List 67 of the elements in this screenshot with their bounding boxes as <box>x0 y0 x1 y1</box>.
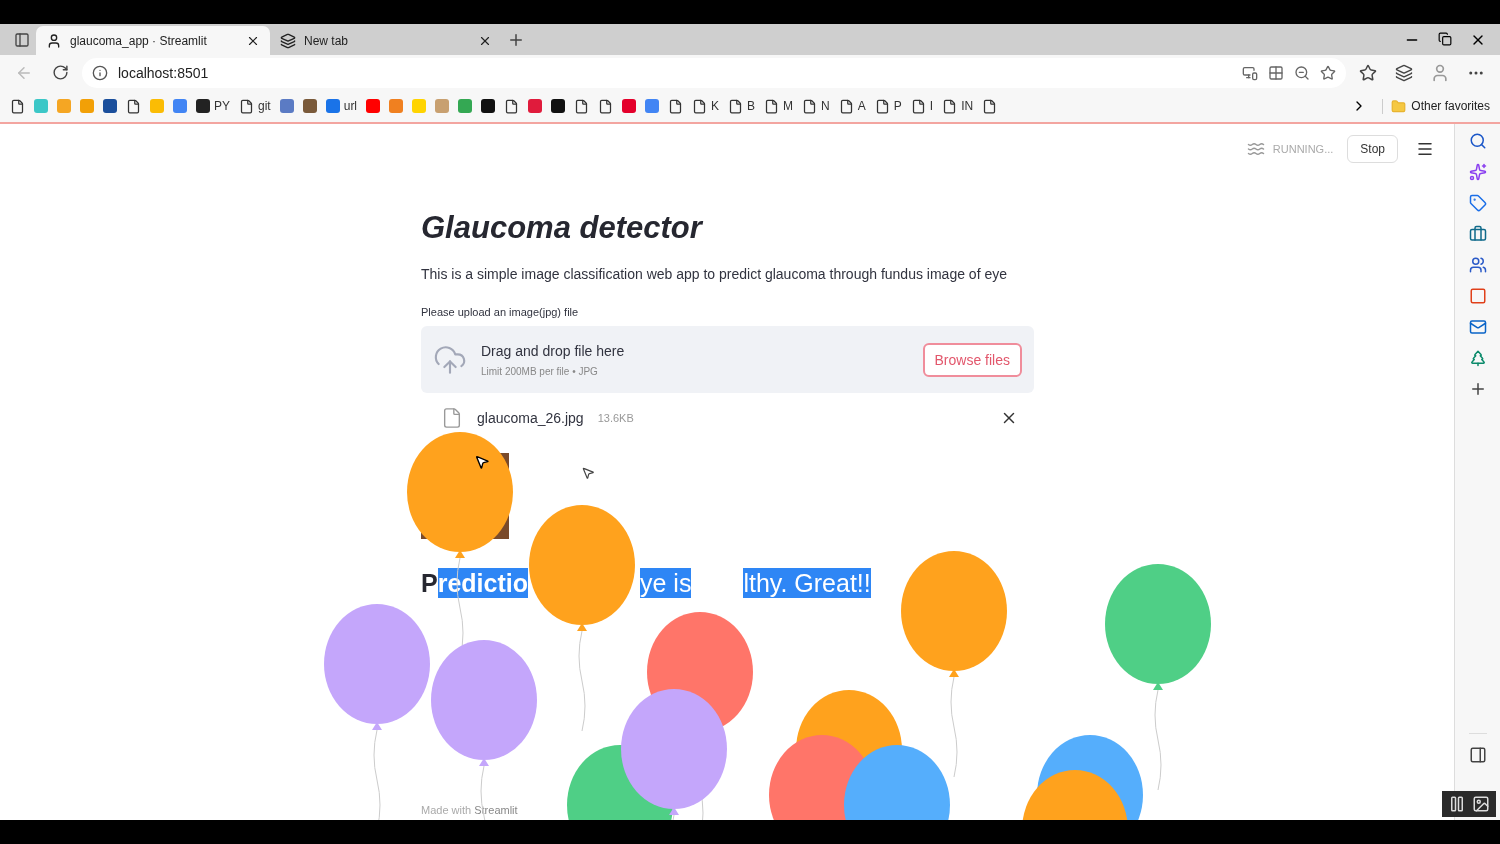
bookmark[interactable]: IN <box>942 94 974 118</box>
tree-icon[interactable] <box>1468 349 1487 367</box>
page-icon <box>874 98 890 114</box>
bookmark[interactable]: B <box>728 94 756 118</box>
restore-icon[interactable] <box>1438 31 1452 46</box>
bookmark[interactable]: PY <box>196 94 230 118</box>
page-icon <box>802 98 818 114</box>
browser-tab[interactable]: glaucoma_app · Streamlit <box>36 26 270 55</box>
uploader-label: Please upload an image(jpg) file <box>421 306 580 318</box>
star-icon[interactable] <box>1320 64 1336 81</box>
bookmark[interactable]: K <box>692 94 720 118</box>
pause-icon[interactable] <box>1448 795 1466 813</box>
briefcase-icon[interactable] <box>1468 225 1487 243</box>
bookmark[interactable]: url <box>325 94 358 118</box>
app-title: Glaucoma detector <box>421 210 704 246</box>
page-icon <box>239 98 254 114</box>
page-icon <box>982 98 998 114</box>
page-icon <box>668 98 684 114</box>
file-size: 13.6KB <box>597 412 635 424</box>
prediction-text: lthy. Great!! <box>743 568 871 598</box>
balloon-string <box>670 814 678 820</box>
page-icon <box>598 98 614 114</box>
search-icon[interactable] <box>1468 132 1487 150</box>
tag-icon[interactable] <box>1468 194 1487 212</box>
picture-icon[interactable] <box>1472 795 1490 813</box>
upload-dropzone[interactable]: Drag and drop file here Limit 200MB per file • JPG Browse files <box>421 326 1034 393</box>
page-icon <box>838 98 854 114</box>
bookmark[interactable]: I <box>910 94 934 118</box>
browse-button[interactable]: Browse files <box>922 342 1022 377</box>
other-favorites[interactable]: Other favorites <box>1382 98 1490 114</box>
sparkle-icon[interactable] <box>1468 163 1487 181</box>
menu-icon[interactable] <box>1416 140 1434 158</box>
zoom-out-icon[interactable] <box>1294 64 1310 81</box>
mail-icon[interactable] <box>1468 318 1487 336</box>
bookmark[interactable]: N <box>802 94 830 118</box>
file-name: glaucoma_26.jpg <box>477 410 584 426</box>
page-icon <box>728 98 744 114</box>
page-icon <box>574 98 590 114</box>
prediction-text: ye is <box>640 568 692 598</box>
sidebar-icon[interactable] <box>1468 746 1487 764</box>
dropzone-text: Drag and drop file here <box>481 342 626 359</box>
bookmark[interactable]: M <box>764 94 794 118</box>
page-icon <box>504 98 520 114</box>
page-icon <box>942 98 958 114</box>
browser-tab[interactable]: New tab <box>270 26 502 55</box>
page-icon <box>764 98 780 114</box>
bookmark[interactable]: A <box>838 94 866 118</box>
stop-button[interactable]: Stop <box>1347 135 1398 163</box>
footer-text: Made with Streamlit <box>421 804 519 816</box>
info-icon[interactable] <box>92 64 108 81</box>
status-text: RUNNING... <box>1272 143 1334 155</box>
people-icon[interactable] <box>1468 256 1487 274</box>
grid-icon[interactable] <box>1268 64 1284 81</box>
page-icon <box>10 98 25 114</box>
bookmark[interactable]: P <box>874 94 902 118</box>
file-icon <box>441 407 463 429</box>
page-icon <box>910 98 926 114</box>
page-icon <box>126 98 141 114</box>
prediction-text: redictio <box>437 568 528 598</box>
address-field[interactable]: localhost:8501 <box>82 57 1346 88</box>
prediction-text: P <box>421 568 438 598</box>
devices-icon[interactable] <box>1242 64 1258 81</box>
limit-text: Limit 200MB per file • JPG <box>481 365 599 377</box>
folder-icon <box>1391 98 1407 114</box>
bookmark[interactable]: git <box>239 94 271 118</box>
description: This is a simple image classification web app to predict glaucoma through fundus image of eye <box>421 266 1008 282</box>
page-icon <box>692 98 708 114</box>
